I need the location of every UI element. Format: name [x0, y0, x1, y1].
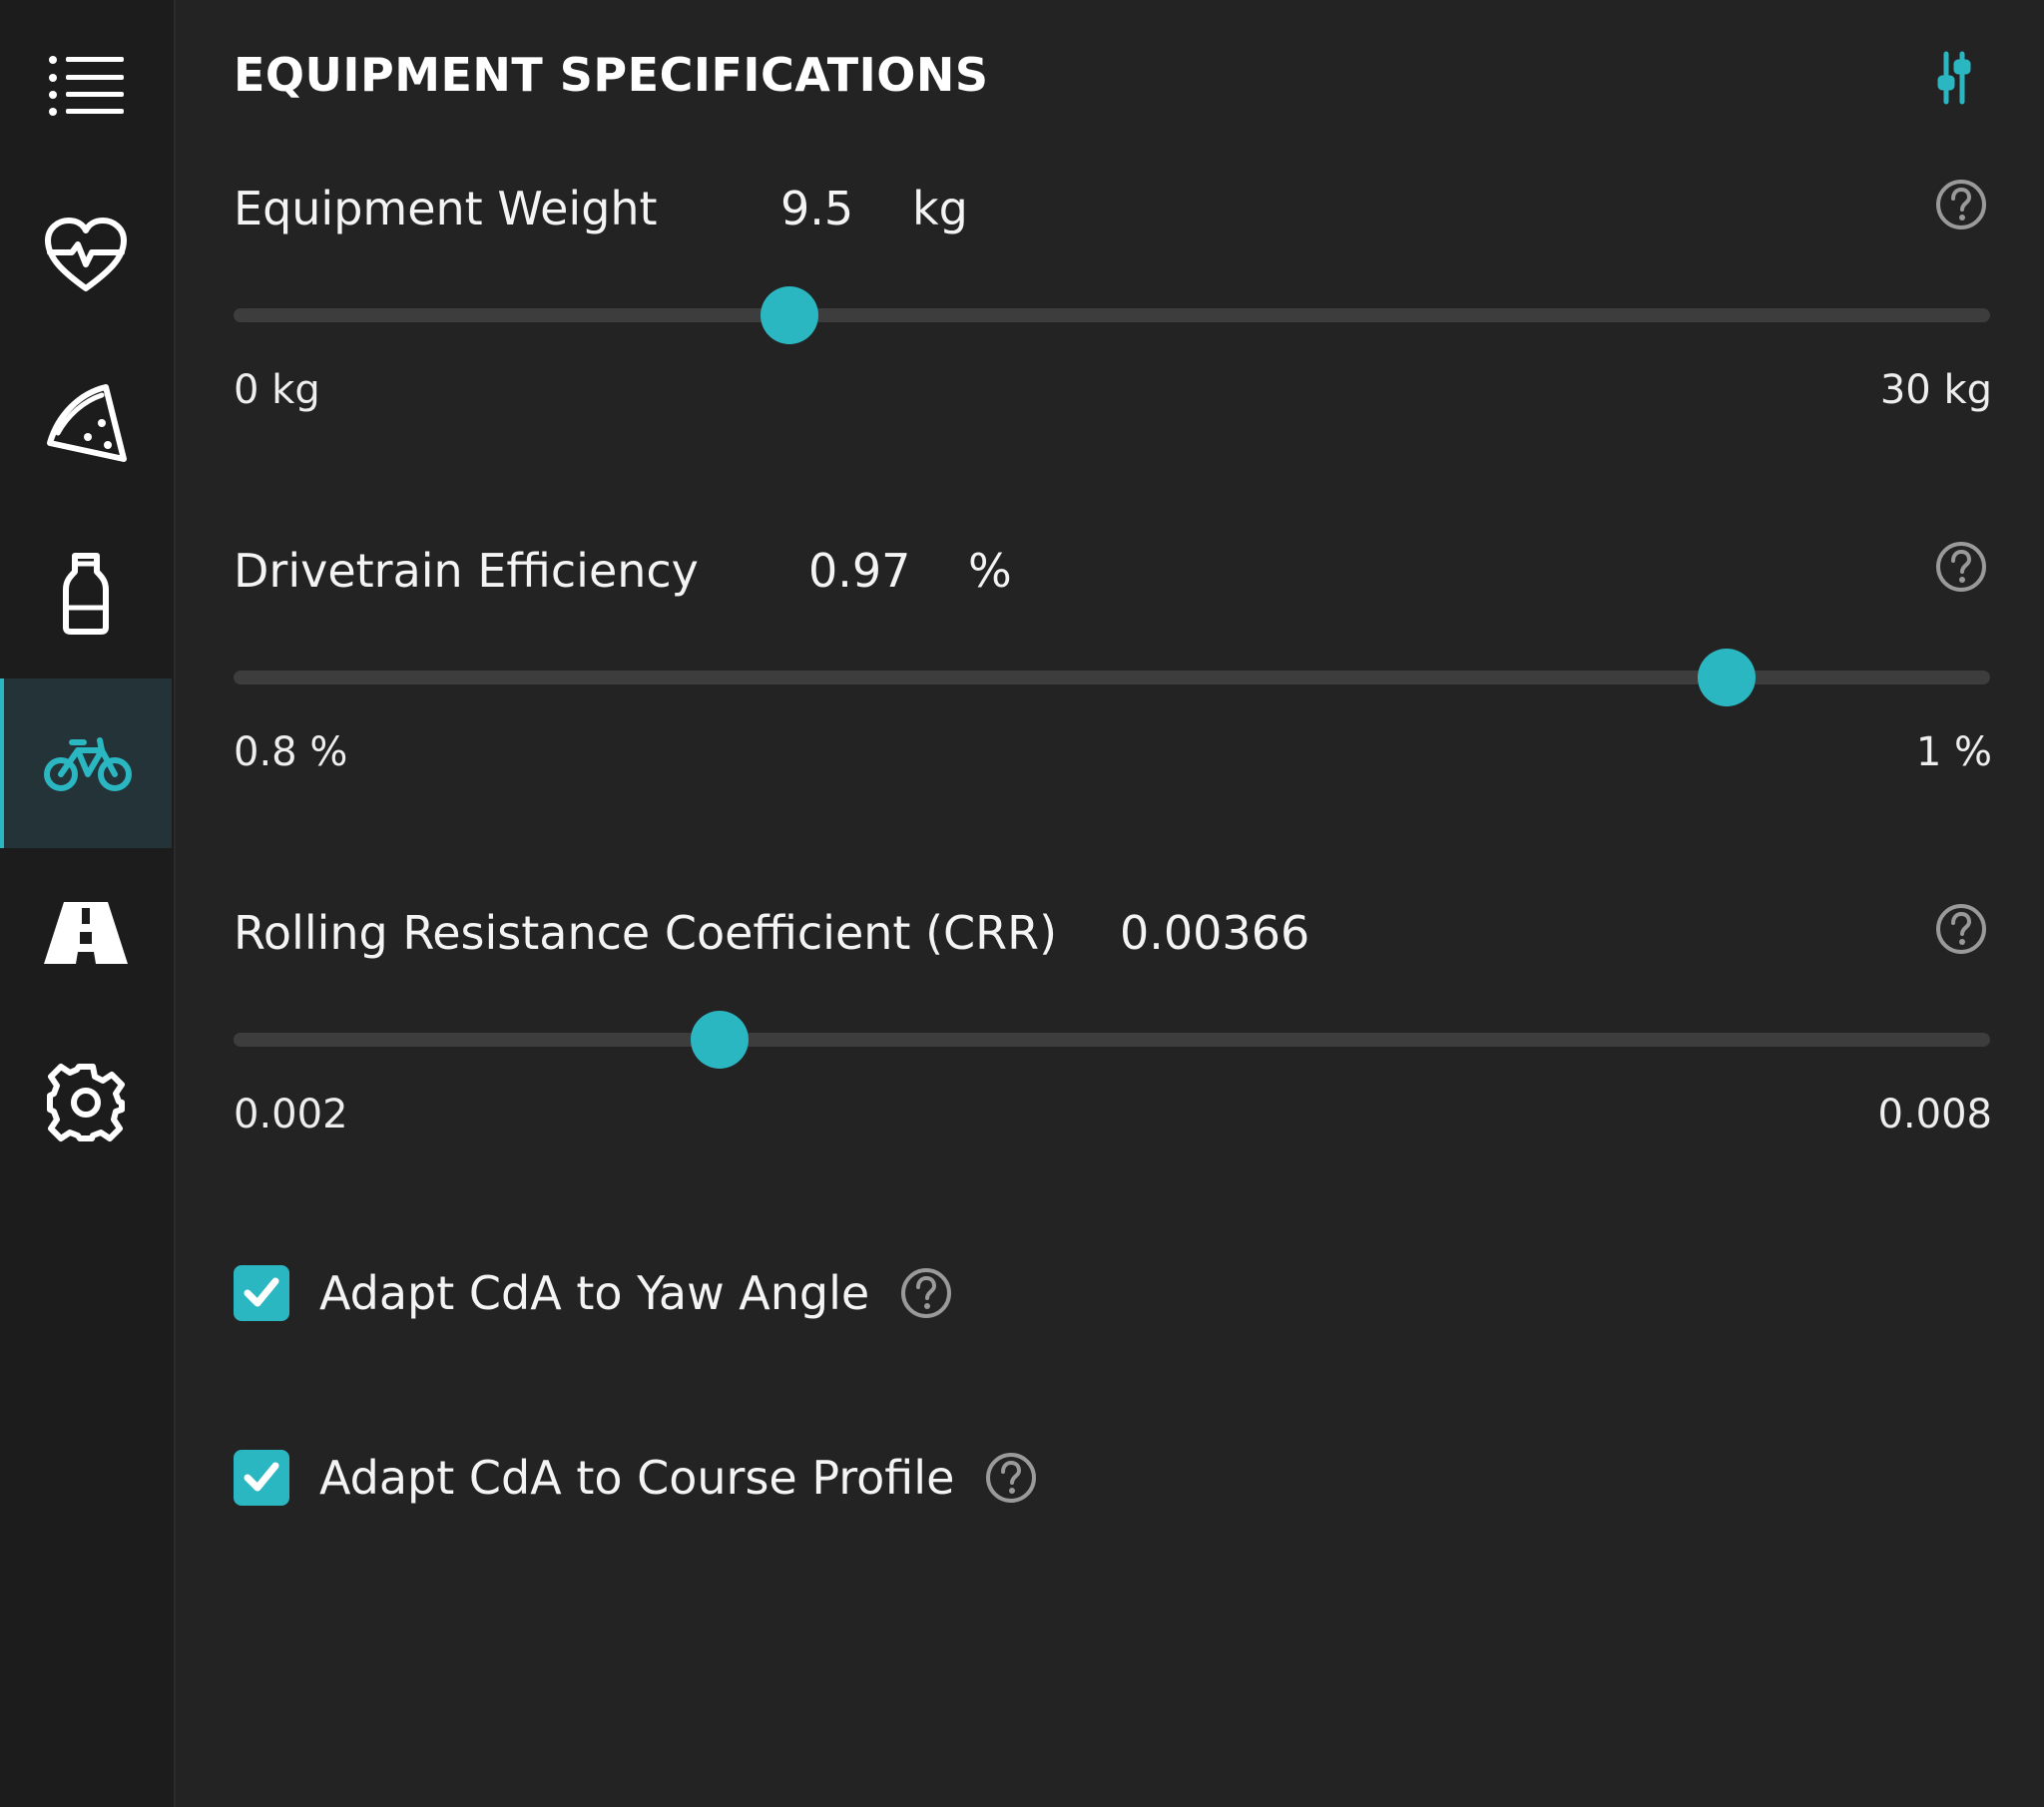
- sidebar-item-equipment[interactable]: [0, 678, 172, 848]
- range-max-label: 0.008: [1877, 1092, 1992, 1137]
- heart-rate-icon: [45, 218, 127, 291]
- drivetrain-efficiency-unit: %: [968, 544, 1012, 598]
- adapt-cda-profile-checkbox[interactable]: [234, 1450, 289, 1506]
- slider-thumb[interactable]: [1698, 649, 1756, 706]
- menu-button[interactable]: [0, 0, 172, 170]
- sliders-icon[interactable]: [1934, 50, 1974, 106]
- drivetrain-efficiency-slider[interactable]: [234, 649, 1990, 706]
- bicycle-icon: [44, 737, 132, 791]
- bottle-icon: [63, 553, 109, 635]
- gear-icon: [47, 1064, 125, 1141]
- list-menu-icon: [49, 56, 124, 116]
- range-max-label: 1 %: [1915, 729, 1992, 775]
- adapt-cda-yaw-checkbox[interactable]: [234, 1265, 289, 1321]
- pizza-slice-icon: [47, 384, 127, 462]
- adapt-cda-profile-label: Adapt CdA to Course Profile: [319, 1451, 955, 1505]
- range-min-label: 0.8 %: [234, 729, 348, 775]
- crr-value: 0.00366: [1120, 906, 1310, 960]
- checkmark-icon: [244, 1277, 279, 1307]
- help-icon[interactable]: [1934, 178, 1988, 231]
- help-icon[interactable]: [1934, 902, 1988, 956]
- equipment-panel: EQUIPMENT SPECIFICATIONS Equipment Weigh…: [176, 0, 2044, 1807]
- help-icon[interactable]: [1934, 540, 1988, 594]
- checkmark-icon: [244, 1462, 279, 1492]
- slider-thumb[interactable]: [690, 1011, 749, 1069]
- equipment-weight-slider[interactable]: [234, 286, 1990, 344]
- crr-slider[interactable]: [234, 1011, 1990, 1069]
- sidebar-item-nutrition[interactable]: [0, 339, 172, 509]
- app-window: EQUIPMENT SPECIFICATIONS Equipment Weigh…: [0, 0, 2044, 1807]
- crr-label: Rolling Resistance Coefficient (CRR): [234, 906, 1058, 960]
- sidebar: [0, 0, 176, 1807]
- sidebar-item-settings[interactable]: [0, 1018, 172, 1187]
- adapt-cda-yaw-row: Adapt CdA to Yaw Angle: [234, 1263, 953, 1323]
- equipment-weight-setting: Equipment Weight 9.5 kg 0 kg 30 kg: [234, 180, 1992, 421]
- road-icon: [44, 902, 128, 964]
- help-icon[interactable]: [984, 1451, 1038, 1505]
- equipment-weight-label: Equipment Weight: [234, 182, 658, 235]
- range-max-label: 30 kg: [1879, 367, 1992, 413]
- sidebar-item-course[interactable]: [0, 848, 172, 1018]
- adapt-cda-yaw-label: Adapt CdA to Yaw Angle: [319, 1266, 870, 1320]
- adapt-cda-profile-row: Adapt CdA to Course Profile: [234, 1448, 1038, 1508]
- equipment-weight-unit: kg: [912, 182, 968, 235]
- page-title: EQUIPMENT SPECIFICATIONS: [234, 48, 989, 102]
- equipment-weight-value: 9.5: [780, 182, 854, 235]
- sidebar-item-health[interactable]: [0, 170, 172, 339]
- range-min-label: 0.002: [234, 1092, 348, 1137]
- drivetrain-efficiency-value: 0.97: [808, 544, 911, 598]
- drivetrain-efficiency-label: Drivetrain Efficiency: [234, 544, 699, 598]
- slider-thumb[interactable]: [761, 286, 819, 344]
- sidebar-item-hydration[interactable]: [0, 509, 172, 678]
- drivetrain-efficiency-setting: Drivetrain Efficiency 0.97 % 0.8 % 1 %: [234, 542, 1992, 783]
- range-min-label: 0 kg: [234, 367, 320, 413]
- help-icon[interactable]: [899, 1266, 953, 1320]
- crr-setting: Rolling Resistance Coefficient (CRR) 0.0…: [234, 904, 1992, 1145]
